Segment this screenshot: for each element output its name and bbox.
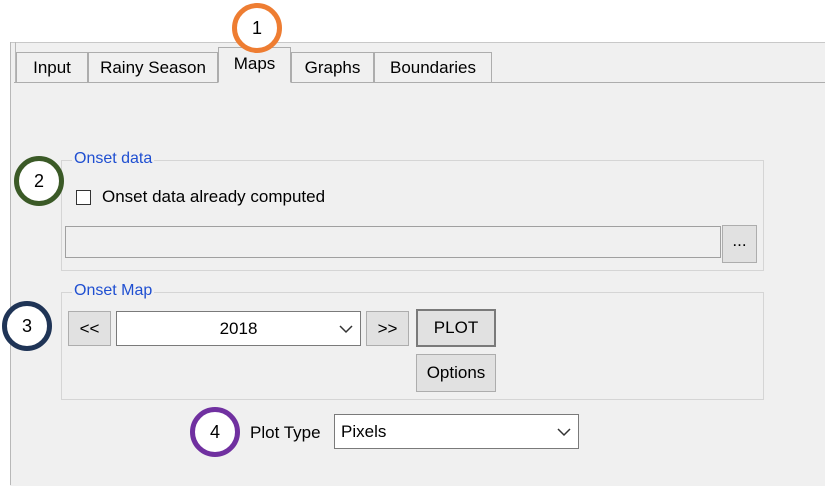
onset-map-group-title: Onset Map (72, 282, 155, 300)
year-select[interactable]: 2018 (116, 311, 361, 346)
options-button[interactable]: Options (416, 354, 496, 392)
previous-year-label: << (79, 319, 100, 338)
callout-marker-1-number: 1 (251, 18, 262, 38)
plot-type-label: Plot Type (250, 423, 321, 442)
tab-boundaries-label: Boundaries (389, 58, 476, 77)
window-border-left (10, 42, 11, 485)
year-select-value: 2018 (219, 319, 258, 338)
next-year-button[interactable]: >> (366, 311, 409, 346)
tabstrip-divider (14, 82, 825, 83)
previous-year-button[interactable]: << (68, 311, 111, 346)
browse-button-label: ... (732, 231, 747, 250)
tab-rainy-season-label: Rainy Season (100, 58, 206, 77)
plot-type-select[interactable]: Pixels (334, 414, 579, 449)
chevron-down-icon (557, 428, 571, 437)
tab-maps-label: Maps (233, 54, 276, 73)
tab-boundaries[interactable]: Boundaries (374, 52, 492, 82)
plot-button-label: PLOT (433, 318, 479, 337)
browse-button[interactable]: ... (722, 225, 757, 263)
callout-marker-2-number: 2 (33, 171, 44, 191)
plot-type-value: Pixels (341, 422, 387, 441)
options-button-label: Options (426, 363, 486, 382)
callout-marker-2: 2 (14, 156, 64, 206)
tab-rainy-season[interactable]: Rainy Season (88, 52, 218, 82)
onset-computed-label: Onset data already computed (102, 187, 326, 206)
callout-marker-1: 1 (232, 3, 282, 53)
onset-data-group-title: Onset data (72, 150, 155, 168)
tab-input[interactable]: Input (16, 52, 88, 82)
onset-map-group (61, 292, 764, 400)
onset-data-path-field[interactable] (65, 226, 721, 258)
tab-input-label: Input (33, 58, 71, 77)
plot-button[interactable]: PLOT (416, 309, 496, 347)
callout-marker-3: 3 (2, 301, 52, 351)
tab-graphs-label: Graphs (304, 58, 361, 77)
next-year-label: >> (377, 319, 398, 338)
onset-computed-checkbox[interactable] (76, 190, 91, 205)
callout-marker-4-number: 4 (209, 422, 220, 442)
tab-graphs[interactable]: Graphs (291, 52, 374, 82)
callout-marker-4: 4 (190, 407, 240, 457)
callout-marker-3-number: 3 (21, 316, 32, 336)
chevron-down-icon (339, 325, 353, 334)
